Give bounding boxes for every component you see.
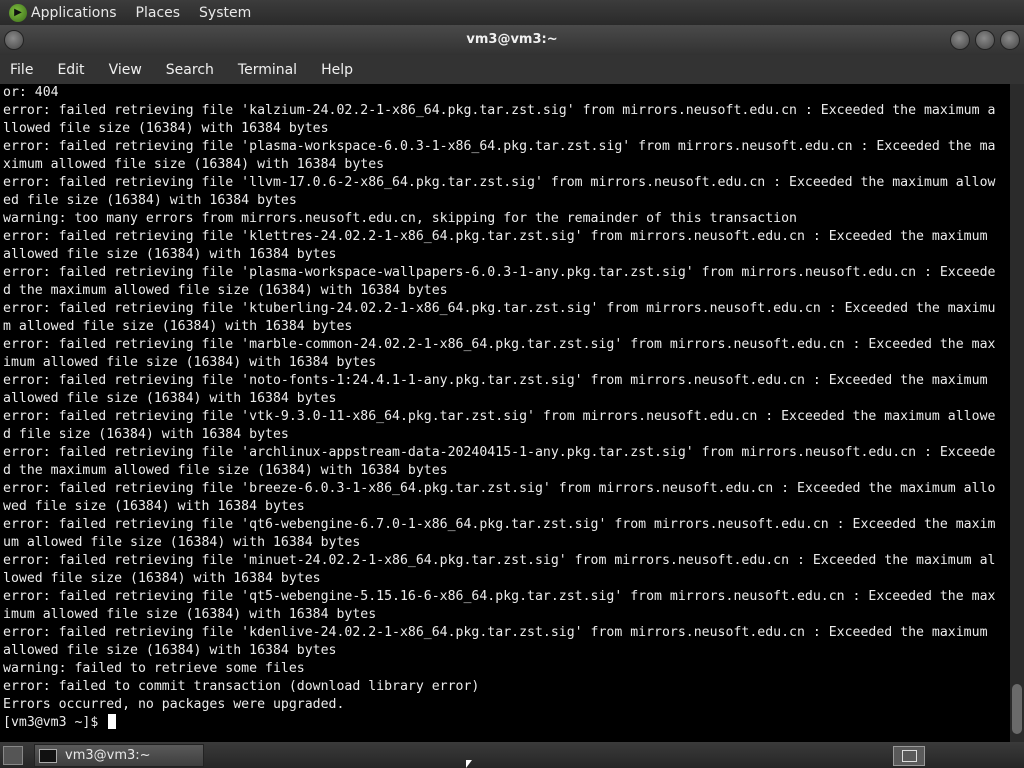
terminal-line: allowed file size (16384) with 16384 byt…	[3, 247, 337, 262]
terminal-line: warning: failed to retrieve some files	[3, 661, 305, 676]
terminal-line: error: failed retrieving file 'qt6-weben…	[3, 517, 996, 532]
distro-logo-icon[interactable]: ▶	[9, 3, 27, 22]
terminal-line: error: failed retrieving file 'llvm-17.0…	[3, 175, 996, 190]
close-button[interactable]	[1000, 30, 1020, 50]
mouse-pointer-icon	[466, 760, 472, 768]
terminal-line: warning: too many errors from mirrors.ne…	[3, 211, 797, 226]
terminal-line: d the maximum allowed file size (16384) …	[3, 283, 448, 298]
applications-menu[interactable]: Applications	[31, 5, 117, 21]
terminal-line: Errors occurred, no packages were upgrad…	[3, 697, 345, 712]
terminal-line: d the maximum allowed file size (16384) …	[3, 463, 448, 478]
terminal-line: ed file size (16384) with 16384 bytes	[3, 193, 297, 208]
workspace-switcher[interactable]	[893, 746, 925, 766]
menu-view[interactable]: View	[109, 62, 142, 78]
terminal-line: d file size (16384) with 16384 bytes	[3, 427, 289, 442]
terminal-line: error: failed retrieving file 'plasma-wo…	[3, 139, 996, 154]
terminal-line: imum allowed file size (16384) with 1638…	[3, 355, 377, 370]
terminal-line: error: failed retrieving file 'minuet-24…	[3, 553, 996, 568]
window-titlebar[interactable]: vm3@vm3:~	[0, 25, 1024, 55]
terminal-line: wed file size (16384) with 16384 bytes	[3, 499, 305, 514]
menu-terminal[interactable]: Terminal	[238, 62, 297, 78]
terminal-scrollbar[interactable]	[1010, 84, 1024, 742]
scrollbar-thumb[interactable]	[1012, 684, 1022, 734]
terminal-line: error: failed retrieving file 'marble-co…	[3, 337, 996, 352]
terminal-icon	[39, 748, 57, 763]
window-title: vm3@vm3:~	[466, 32, 558, 47]
maximize-button[interactable]	[975, 30, 995, 50]
terminal-line: allowed file size (16384) with 16384 byt…	[3, 391, 337, 406]
terminal-line: error: failed retrieving file 'ktuberlin…	[3, 301, 996, 316]
menu-file[interactable]: File	[10, 62, 33, 78]
taskbar-window-label: vm3@vm3:~	[65, 748, 151, 763]
terminal-line: error: failed retrieving file 'plasma-wo…	[3, 265, 996, 280]
places-menu[interactable]: Places	[136, 5, 181, 21]
terminal-line: error: failed to commit transaction (dow…	[3, 679, 480, 694]
menu-edit[interactable]: Edit	[57, 62, 84, 78]
terminal-line: error: failed retrieving file 'breeze-6.…	[3, 481, 996, 496]
terminal-line: error: failed retrieving file 'kdenlive-…	[3, 625, 988, 640]
terminal-line: error: failed retrieving file 'vtk-9.3.0…	[3, 409, 996, 424]
terminal-line: ximum allowed file size (16384) with 163…	[3, 157, 385, 172]
text-cursor	[108, 714, 117, 729]
system-menu[interactable]: System	[199, 5, 251, 21]
workspace-window-icon	[902, 750, 917, 762]
terminal-line: error: failed retrieving file 'noto-font…	[3, 373, 988, 388]
shell-prompt: [vm3@vm3 ~]$	[3, 715, 107, 730]
terminal-line: lowed file size (16384) with 16384 bytes	[3, 571, 321, 586]
menu-search[interactable]: Search	[166, 62, 214, 78]
terminal-line: imum allowed file size (16384) with 1638…	[3, 607, 377, 622]
terminal-line: or: 404	[3, 85, 59, 100]
terminal-line: error: failed retrieving file 'qt5-weben…	[3, 589, 996, 604]
minimize-button[interactable]	[950, 30, 970, 50]
taskbar-window-button[interactable]: vm3@vm3:~	[34, 744, 204, 767]
terminal-line: error: failed retrieving file 'kalzium-2…	[3, 103, 996, 118]
bottom-taskbar: vm3@vm3:~	[0, 742, 1024, 768]
terminal-line: llowed file size (16384) with 16384 byte…	[3, 121, 329, 136]
terminal-line: um allowed file size (16384) with 16384 …	[3, 535, 361, 550]
show-desktop-icon[interactable]	[3, 746, 23, 765]
terminal-lines: or: 404 error: failed retrieving file 'ka…	[0, 84, 1010, 714]
terminal-prompt-line[interactable]: [vm3@vm3 ~]$	[0, 714, 1010, 732]
top-panel: ▶ Applications Places System	[0, 0, 1024, 25]
menu-help[interactable]: Help	[321, 62, 353, 78]
terminal-line: error: failed retrieving file 'klettres-…	[3, 229, 988, 244]
terminal-output[interactable]: or: 404 error: failed retrieving file 'ka…	[0, 84, 1010, 742]
terminal-line: m allowed file size (16384) with 16384 b…	[3, 319, 353, 334]
terminal-line: allowed file size (16384) with 16384 byt…	[3, 643, 337, 658]
menubar: File Edit View Search Terminal Help	[0, 55, 1024, 84]
terminal-line: error: failed retrieving file 'archlinux…	[3, 445, 996, 460]
